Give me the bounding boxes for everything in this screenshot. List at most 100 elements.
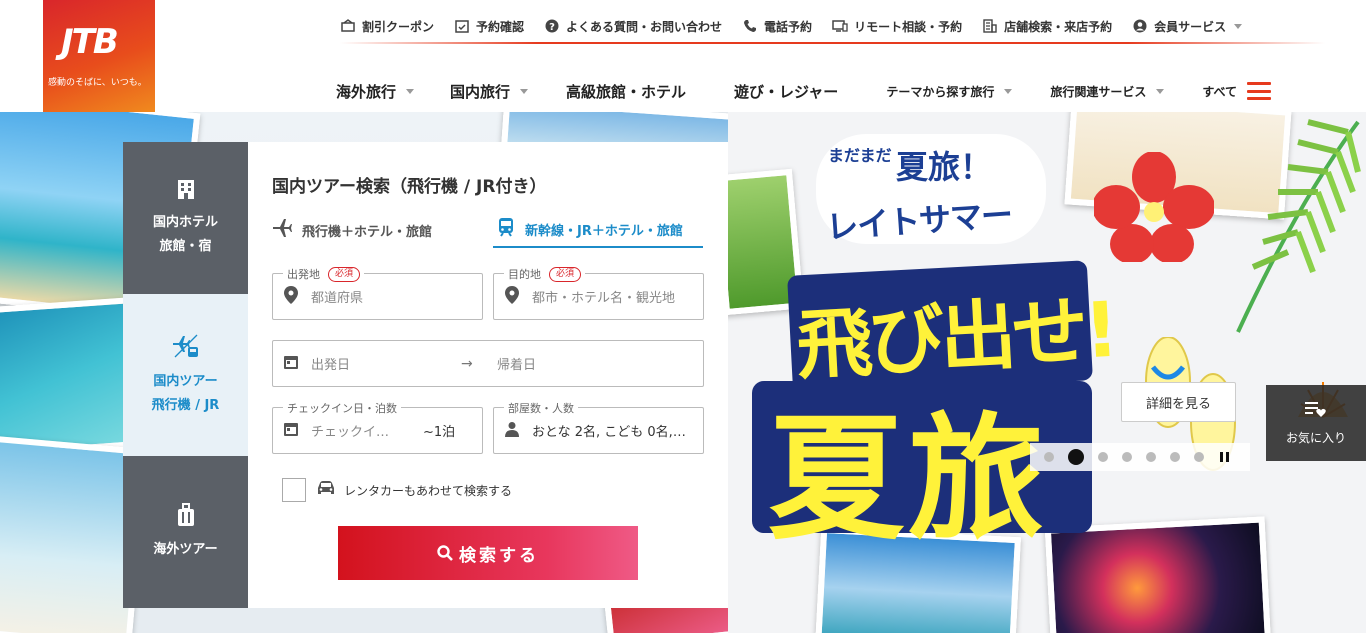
banner-tagline-1: まだまだ bbox=[828, 146, 892, 165]
carousel-dot[interactable] bbox=[1146, 452, 1156, 462]
calendar-check-icon bbox=[454, 18, 470, 34]
mode-rail-hotel[interactable]: 新幹線・JR＋ホテル・旅館 bbox=[493, 212, 703, 248]
origin-field[interactable]: 出発地 必須 都道府県 bbox=[272, 266, 483, 320]
nav-domestic[interactable]: 国内旅行 bbox=[450, 81, 529, 102]
nav-domestic-label: 国内旅行 bbox=[450, 82, 511, 101]
util-faq[interactable]: ? よくある質問・お問い合わせ bbox=[544, 18, 722, 35]
banner-detail-button[interactable]: 詳細を見る bbox=[1121, 382, 1236, 422]
origin-label-text: 出発地 bbox=[287, 268, 320, 281]
carousel-dot-active[interactable] bbox=[1068, 449, 1084, 465]
rooms-label: 部屋数・人数 bbox=[504, 400, 578, 416]
mode-air-hotel[interactable]: 飛行機＋ホテル・旅館 bbox=[272, 212, 482, 248]
rental-car-option[interactable]: レンタカーもあわせて検索する bbox=[282, 478, 512, 502]
favorites-button[interactable]: お気に入り bbox=[1266, 385, 1366, 461]
rooms-field[interactable]: 部屋数・人数 おとな 2名, こども 0名,… bbox=[493, 400, 704, 454]
calendar-icon bbox=[281, 421, 301, 441]
date-field[interactable]: 出発日 → 帰着日 bbox=[272, 340, 704, 387]
banner-headline-2: 夏旅 bbox=[768, 401, 1048, 559]
user-icon bbox=[1132, 18, 1148, 34]
nav-services[interactable]: 旅行関連サービス bbox=[1050, 83, 1165, 100]
pause-icon[interactable] bbox=[1220, 452, 1232, 462]
coupon-icon bbox=[340, 18, 356, 34]
map-pin-icon bbox=[281, 285, 301, 308]
nav-overseas[interactable]: 海外旅行 bbox=[336, 81, 415, 102]
logo-tagline: 感動のそばに、いつも。 bbox=[48, 78, 147, 88]
utility-nav: 割引クーポン 予約確認 ? よくある質問・お問い合わせ 電話予約 リモート相談・… bbox=[340, 14, 1262, 38]
util-member-label: 会員サービス bbox=[1154, 19, 1227, 34]
search-category-tabs: 国内ホテル 旅館・宿 国内ツアー 飛行機 / JR 海外ツアー bbox=[123, 142, 248, 608]
carousel-indicators bbox=[1030, 443, 1250, 471]
checkin-placeholder: チェックイ… bbox=[311, 425, 390, 440]
required-badge: 必須 bbox=[328, 266, 361, 282]
arrow-right-icon: → bbox=[461, 355, 473, 372]
tab-domestic-hotel[interactable]: 国内ホテル 旅館・宿 bbox=[123, 142, 248, 294]
util-reservation-label: 予約確認 bbox=[476, 19, 525, 34]
util-store-label: 店舗検索・来店予約 bbox=[1004, 19, 1113, 34]
tab-overseas-tour[interactable]: 海外ツアー bbox=[123, 456, 248, 608]
chevron-down-icon bbox=[1234, 23, 1243, 29]
util-member[interactable]: 会員サービス bbox=[1132, 18, 1243, 35]
search-title: 国内ツアー検索（飛行機 / JR付き） bbox=[272, 177, 547, 197]
hotel-icon bbox=[175, 178, 197, 205]
rental-car-checkbox[interactable] bbox=[282, 478, 306, 502]
depart-placeholder: 出発日 bbox=[311, 358, 351, 373]
car-icon bbox=[316, 480, 336, 500]
nav-theme[interactable]: テーマから探す旅行 bbox=[886, 83, 1013, 100]
calendar-icon bbox=[281, 354, 301, 374]
return-placeholder: 帰着日 bbox=[497, 358, 537, 373]
nav-luxury-label: 高級旅館・ホテル bbox=[566, 82, 687, 101]
logo-mark: JTB bbox=[61, 22, 119, 62]
util-remote[interactable]: リモート相談・予約 bbox=[832, 18, 962, 35]
util-coupon-label: 割引クーポン bbox=[362, 19, 435, 34]
carousel-dot[interactable] bbox=[1044, 452, 1054, 462]
util-remote-label: リモート相談・予約 bbox=[854, 19, 963, 34]
airplane-icon bbox=[272, 218, 292, 243]
util-reservation[interactable]: 予約確認 bbox=[454, 18, 524, 35]
promo-banner[interactable]: まだまだ 夏旅！ レイトサマー 飛び出せ! 夏旅 bbox=[728, 112, 1366, 633]
rental-car-label: レンタカーもあわせて検索する bbox=[344, 483, 513, 498]
util-faq-label: よくある質問・お問い合わせ bbox=[566, 19, 723, 34]
tab-domestic-hotel-line1: 国内ホテル bbox=[152, 214, 218, 230]
util-coupon[interactable]: 割引クーポン bbox=[340, 18, 434, 35]
nav-leisure-label: 遊び・レジャー bbox=[734, 82, 839, 101]
search-button[interactable]: 検索する bbox=[338, 526, 638, 580]
nav-theme-label: テーマから探す旅行 bbox=[886, 84, 995, 99]
util-phone-label: 電話予約 bbox=[764, 19, 813, 34]
carousel-dot[interactable] bbox=[1098, 452, 1108, 462]
origin-placeholder: 都道府県 bbox=[311, 291, 364, 306]
checkin-field[interactable]: チェックイン日・泊数 チェックイ… ~1泊 bbox=[272, 400, 483, 454]
jtb-logo[interactable]: JTB 感動のそばに、いつも。 bbox=[43, 0, 155, 112]
favorites-label: お気に入り bbox=[1285, 431, 1346, 445]
hamburger-menu-icon bbox=[1247, 82, 1272, 100]
map-pin-icon bbox=[502, 285, 522, 308]
tab-domestic-tour-line2: 飛行機 / JR bbox=[151, 397, 220, 413]
person-icon bbox=[502, 421, 522, 441]
tab-domestic-tour[interactable]: 国内ツアー 飛行機 / JR bbox=[123, 294, 248, 456]
nav-overseas-label: 海外旅行 bbox=[336, 82, 397, 101]
building-icon bbox=[982, 18, 998, 34]
hibiscus-icon bbox=[1094, 152, 1214, 262]
question-icon: ? bbox=[544, 18, 560, 34]
tab-domestic-tour-line1: 国内ツアー bbox=[153, 373, 218, 389]
mode-air-label: 飛行機＋ホテル・旅館 bbox=[302, 224, 433, 240]
monitor-icon bbox=[832, 18, 848, 34]
carousel-dot[interactable] bbox=[1194, 452, 1204, 462]
util-phone[interactable]: 電話予約 bbox=[742, 18, 812, 35]
nav-luxury[interactable]: 高級旅館・ホテル bbox=[566, 81, 686, 102]
search-icon bbox=[437, 545, 453, 561]
palm-leaf-icon bbox=[1236, 119, 1361, 333]
banner-title-group: まだまだ 夏旅！ レイトサマー bbox=[786, 120, 1086, 250]
chevron-down-icon bbox=[520, 88, 529, 94]
util-store[interactable]: 店舗検索・来店予約 bbox=[982, 18, 1112, 35]
nav-all[interactable]: すべて bbox=[1202, 82, 1272, 100]
destination-field[interactable]: 目的地 必須 都市・ホテル名・観光地 bbox=[493, 266, 704, 320]
phone-icon bbox=[742, 18, 758, 34]
nav-leisure[interactable]: 遊び・レジャー bbox=[734, 81, 838, 102]
svg-text:?: ? bbox=[549, 22, 555, 33]
plane-train-icon bbox=[171, 333, 201, 364]
origin-label: 出発地 必須 bbox=[283, 266, 365, 282]
carousel-dot[interactable] bbox=[1170, 452, 1180, 462]
carousel-dot[interactable] bbox=[1122, 452, 1132, 462]
site-header: JTB 感動のそばに、いつも。 割引クーポン 予約確認 ? よくある質問・お問い… bbox=[0, 0, 1366, 112]
chevron-down-icon bbox=[1156, 88, 1165, 94]
